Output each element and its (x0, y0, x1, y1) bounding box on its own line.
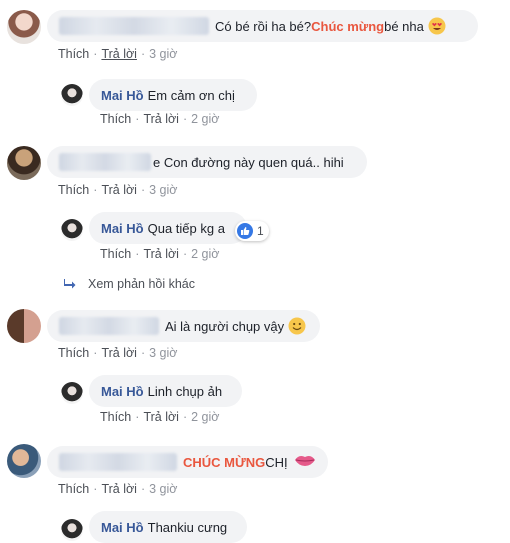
comment-actions: Thích · Trả lời · 3 giờ (58, 183, 178, 197)
reply-author[interactable]: Mai Hồ (101, 520, 144, 535)
reply-avatar[interactable] (61, 84, 83, 106)
comment-actions: Thích · Trả lời · 3 giờ (58, 482, 178, 496)
reply-avatar[interactable] (61, 219, 83, 241)
timestamp[interactable]: 3 giờ (149, 346, 177, 360)
reply-link[interactable]: Trả lời (143, 410, 179, 424)
comment-bubble: CHÚC MỪNG CHỊ (47, 446, 328, 478)
reply-text: Thankiu cưng (147, 519, 228, 535)
reply-actions: Thích · Trả lời · 2 giờ (100, 410, 220, 424)
comment-actions: Thích · Trả lời · 3 giờ (58, 47, 178, 61)
reply-link[interactable]: Trả lời (101, 346, 137, 360)
timestamp[interactable]: 2 giờ (191, 410, 219, 424)
reply-arrow-icon (64, 279, 76, 289)
like-link[interactable]: Thích (58, 47, 89, 61)
reaction-summary[interactable]: 1 (235, 221, 269, 241)
like-link[interactable]: Thích (58, 346, 89, 360)
like-link[interactable]: Thích (100, 247, 131, 261)
reply-bubble: Mai Hồ Linh chụp ảh (89, 375, 242, 407)
heart-eyes-emoji (428, 17, 446, 35)
reply-link[interactable]: Trả lời (101, 47, 137, 61)
reply-avatar[interactable] (61, 382, 83, 404)
reply-link[interactable]: Trả lời (101, 183, 137, 197)
timestamp[interactable]: 3 giờ (149, 47, 177, 61)
reply-link[interactable]: Trả lời (101, 482, 137, 496)
commenter-avatar[interactable] (7, 146, 41, 180)
like-link[interactable]: Thích (100, 112, 131, 126)
reply-bubble: Mai Hồ Em cảm ơn chị (89, 79, 257, 111)
reply-author[interactable]: Mai Hồ (101, 88, 144, 103)
commenter-avatar[interactable] (7, 444, 41, 478)
comment-bubble: Có bé rồi ha bé? Chúc mừng bé nha (47, 10, 478, 42)
comment-text: Có bé rồi ha bé? (215, 18, 312, 34)
reply-bubble: Mai Hồ Thankiu cưng (89, 511, 247, 543)
like-link[interactable]: Thích (100, 410, 131, 424)
comment-text: e Con đường này quen quá.. hihi (153, 154, 344, 170)
timestamp[interactable]: 3 giờ (149, 183, 177, 197)
comment-text: Ai là người chụp vậy (165, 318, 285, 334)
comment-bubble: e Con đường này quen quá.. hihi (47, 146, 367, 178)
view-more-replies[interactable]: Xem phản hồi khác (64, 277, 195, 291)
reply-text: Qua tiếp kg a (147, 220, 225, 236)
blurred-name (59, 17, 209, 35)
comment-highlight-text: Chúc mừng (311, 18, 385, 34)
reply-actions: Thích · Trả lời · 2 giờ (100, 112, 220, 126)
reply-author[interactable]: Mai Hồ (101, 384, 144, 399)
reply-link[interactable]: Trả lời (143, 247, 179, 261)
blurred-name (59, 453, 177, 471)
commenter-avatar[interactable] (7, 10, 41, 44)
reply-text: Linh chụp ảh (147, 383, 223, 399)
kiss-lips-emoji (294, 453, 316, 471)
reply-author[interactable]: Mai Hồ (101, 221, 144, 236)
timestamp[interactable]: 3 giờ (149, 482, 177, 496)
blurred-name (59, 153, 151, 171)
like-link[interactable]: Thích (58, 482, 89, 496)
commenter-avatar[interactable] (7, 309, 41, 343)
comment-actions: Thích · Trả lời · 3 giờ (58, 346, 178, 360)
comment-bubble: Ai là người chụp vậy (47, 310, 320, 342)
view-more-label[interactable]: Xem phản hồi khác (88, 277, 195, 291)
reply-avatar[interactable] (61, 519, 83, 541)
smile-emoji (288, 317, 306, 335)
blurred-name (59, 317, 159, 335)
comment-text-end: bé nha (384, 18, 424, 34)
comment-highlight-text: CHÚC MỪNG (183, 454, 266, 470)
like-reaction-icon (237, 223, 253, 239)
timestamp[interactable]: 2 giờ (191, 112, 219, 126)
reply-actions: Thích · Trả lời · 2 giờ (100, 247, 220, 261)
like-link[interactable]: Thích (58, 183, 89, 197)
reply-link[interactable]: Trả lời (143, 112, 179, 126)
comment-text: CHỊ (265, 454, 288, 470)
timestamp[interactable]: 2 giờ (191, 247, 219, 261)
reply-bubble: Mai Hồ Qua tiếp kg a (89, 212, 247, 244)
reply-text: Em cảm ơn chị (147, 87, 235, 103)
reaction-count: 1 (257, 224, 264, 238)
